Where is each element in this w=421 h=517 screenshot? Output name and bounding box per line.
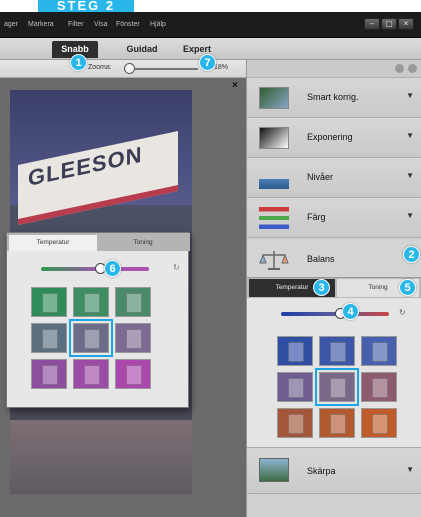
variation-cell[interactable]	[115, 359, 151, 389]
adjustment-label: Smart korrig.	[307, 92, 359, 102]
variation-cell[interactable]	[319, 336, 355, 366]
variation-cell[interactable]	[277, 372, 313, 402]
maximize-button[interactable]: ▢	[381, 18, 397, 30]
sharpness-icon	[259, 458, 289, 482]
callout-badge: 6	[104, 260, 121, 277]
chevron-down-icon[interactable]: ▼	[406, 131, 414, 140]
callout-badge: 7	[199, 54, 216, 71]
chevron-down-icon[interactable]: ▼	[406, 171, 414, 180]
menu-item-help[interactable]: Hjälp	[150, 21, 166, 28]
balance-tabs: Temperatur Toning	[247, 278, 421, 298]
callout-badge: 2	[403, 246, 420, 263]
callout-badge: 1	[70, 54, 87, 71]
variation-cell[interactable]	[73, 359, 109, 389]
color-icon	[259, 207, 289, 229]
adjustment-sharpness[interactable]: Skärpa ▼	[247, 448, 421, 494]
levels-icon	[259, 167, 289, 189]
variation-cell[interactable]	[315, 368, 359, 406]
callout-badge: 5	[399, 279, 416, 296]
menu-item-window[interactable]: Fönster	[116, 21, 140, 28]
reset-icon[interactable]: ↻	[399, 308, 406, 317]
adjustment-levels[interactable]: Nivåer ▼	[247, 158, 421, 198]
callout-badge: 3	[313, 279, 330, 296]
minimize-button[interactable]: –	[364, 18, 380, 30]
variation-cell[interactable]	[31, 323, 67, 353]
variation-cell[interactable]	[31, 287, 67, 317]
zoom-label: Zooma:	[88, 64, 112, 71]
chevron-down-icon[interactable]: ▼	[406, 465, 414, 474]
balance-panel: ↻	[247, 298, 421, 448]
menu-item-image[interactable]: ager	[4, 21, 18, 28]
adjustment-label: Färg	[307, 212, 326, 222]
menu-item-select[interactable]: Markera	[28, 21, 54, 28]
popup-tab-tint[interactable]: Toning	[99, 235, 187, 251]
tint-variations-grid	[31, 287, 151, 389]
variation-cell[interactable]	[73, 287, 109, 317]
variation-cell[interactable]	[277, 408, 313, 438]
variation-cell[interactable]	[69, 319, 113, 357]
chevron-down-icon[interactable]: ▼	[406, 91, 414, 100]
tab-guided[interactable]: Guidad	[120, 41, 164, 58]
zoom-slider-track[interactable]	[124, 68, 198, 70]
callout-badge: 4	[342, 303, 359, 320]
variation-cell[interactable]	[361, 372, 397, 402]
menu-item-view[interactable]: Visa	[94, 21, 108, 28]
tint-popup-panel: Temperatur Toning ↻	[6, 232, 190, 408]
adjustment-smart-fix[interactable]: Smart korrig. ▼	[247, 78, 421, 118]
popup-tab-temperature[interactable]: Temperatur	[9, 235, 97, 251]
variation-cell[interactable]	[31, 359, 67, 389]
variation-cell[interactable]	[115, 287, 151, 317]
exposure-icon	[259, 127, 289, 149]
variation-cell[interactable]	[319, 408, 355, 438]
photo-street	[10, 420, 192, 494]
adjustment-label: Skärpa	[307, 466, 336, 476]
panel-toolbar	[247, 60, 421, 78]
adjustment-balance[interactable]: Balans	[247, 240, 421, 278]
popup-tabs: Temperatur Toning	[7, 233, 190, 251]
adjustments-panel: Smart korrig. ▼ Exponering ▼ Nivåer ▼ Fä…	[246, 60, 421, 517]
adjustment-label: Nivåer	[307, 172, 334, 182]
menu-item-filter[interactable]: Filter	[68, 21, 84, 28]
adjustment-color[interactable]: Färg ▼	[247, 198, 421, 238]
balance-variations-grid	[277, 336, 397, 438]
variation-cell[interactable]	[361, 408, 397, 438]
variation-cell[interactable]	[115, 323, 151, 353]
variation-cell[interactable]	[361, 336, 397, 366]
home-icon[interactable]	[395, 64, 404, 73]
gear-icon[interactable]	[408, 64, 417, 73]
variation-cell[interactable]	[277, 336, 313, 366]
menu-bar: ager Markera Filter Visa Fönster Hjälp –…	[0, 12, 421, 38]
zoom-value: 18%	[214, 64, 229, 71]
reset-icon[interactable]: ↻	[173, 263, 180, 272]
balance-scale-icon	[259, 249, 289, 271]
adjustment-exposure[interactable]: Exponering ▼	[247, 118, 421, 158]
adjustment-label: Balans	[307, 254, 335, 264]
smart-fix-icon	[259, 87, 289, 109]
adjustment-label: Exponering	[307, 132, 353, 142]
close-icon[interactable]: ×	[232, 80, 238, 91]
step-banner: STEG 2	[38, 0, 134, 12]
close-window-button[interactable]: ×	[398, 18, 414, 30]
zoom-slider-thumb[interactable]	[124, 63, 135, 74]
chevron-down-icon[interactable]: ▼	[406, 211, 414, 220]
